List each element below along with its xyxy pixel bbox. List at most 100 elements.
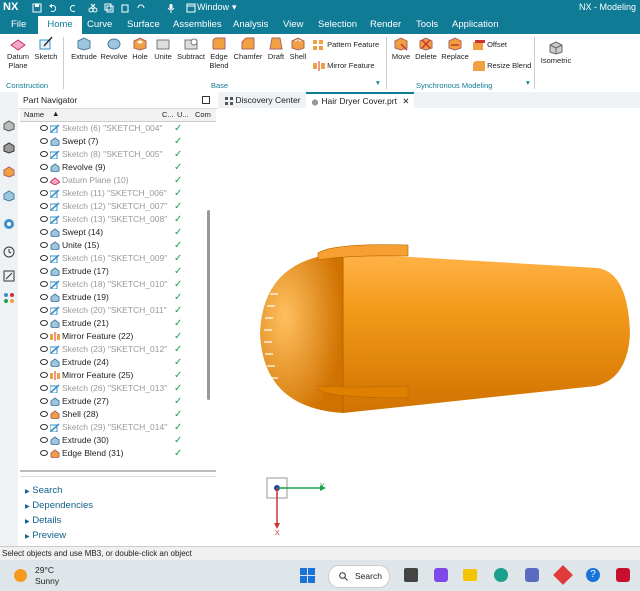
menu-selection[interactable]: Selection [318, 19, 357, 30]
feature-row[interactable]: Swept (14) ✓ [40, 226, 210, 239]
task-view-icon[interactable] [404, 568, 418, 582]
menu-view[interactable]: View [283, 19, 303, 30]
eye-icon[interactable] [40, 164, 48, 170]
feature-row[interactable]: Sketch (11) "SKETCH_006" ✓ [40, 187, 210, 200]
menu-tools[interactable]: Tools [416, 19, 438, 30]
feature-row[interactable]: Swept (7) ✓ [40, 135, 210, 148]
feature-row[interactable]: Unite (15) ✓ [40, 239, 210, 252]
eye-icon[interactable] [40, 203, 48, 209]
undo-icon[interactable] [48, 3, 58, 13]
section-details[interactable]: ▶ Details [25, 515, 61, 526]
roles-icon[interactable] [3, 292, 15, 304]
assembly-navigator-icon[interactable] [3, 120, 15, 132]
tab-discovery-center[interactable]: Discovery Center [220, 92, 306, 108]
section-dependencies[interactable]: ▶ Dependencies [25, 500, 93, 511]
help-icon[interactable]: ? [586, 568, 600, 582]
eye-icon[interactable] [40, 151, 48, 157]
web-browser-icon[interactable] [3, 218, 15, 230]
section-search[interactable]: ▶ Search [25, 485, 62, 496]
eye-icon[interactable] [40, 320, 48, 326]
windows-start-icon[interactable] [300, 568, 315, 583]
shell-button[interactable]: Shell [288, 36, 308, 61]
feature-row[interactable]: Mirror Feature (25) ✓ [40, 369, 210, 382]
hd3d-tools-icon[interactable] [3, 190, 15, 202]
store-icon[interactable] [525, 568, 539, 582]
feature-row[interactable]: Extrude (17) ✓ [40, 265, 210, 278]
menu-assemblies[interactable]: Assemblies [173, 19, 222, 30]
feature-row[interactable]: Sketch (29) "SKETCH_014" ✓ [40, 421, 210, 434]
hole-button[interactable]: Hole [130, 36, 150, 61]
mirror-feature-button[interactable]: Mirror Feature [313, 61, 375, 72]
eye-icon[interactable] [40, 437, 48, 443]
app-icon[interactable] [553, 565, 573, 585]
eye-icon[interactable] [40, 125, 48, 131]
cut-icon[interactable] [88, 3, 98, 13]
offset-region-button[interactable]: Offset [473, 40, 507, 51]
microphone-icon[interactable] [166, 3, 176, 13]
history-icon[interactable] [3, 246, 15, 258]
eye-icon[interactable] [40, 281, 48, 287]
menu-home[interactable]: Home [38, 16, 82, 34]
chevron-down-icon[interactable]: ▾ [526, 78, 530, 87]
menu-file[interactable]: File [11, 19, 26, 30]
tab-hair-dryer-cover[interactable]: Hair Dryer Cover.prt ✕ [306, 92, 415, 108]
datum-plane-button[interactable]: Datum Plane [4, 36, 32, 70]
feature-row[interactable]: Edge Blend (31) ✓ [40, 447, 210, 460]
eye-icon[interactable] [40, 294, 48, 300]
isometric-button[interactable]: Isometric [538, 40, 574, 65]
feature-row[interactable]: Extrude (19) ✓ [40, 291, 210, 304]
eye-icon[interactable] [40, 138, 48, 144]
menu-curve[interactable]: Curve [87, 19, 112, 30]
feature-row[interactable]: Extrude (24) ✓ [40, 356, 210, 369]
move-face-button[interactable]: Move [390, 36, 412, 61]
feature-row[interactable]: Extrude (21) ✓ [40, 317, 210, 330]
file-explorer-icon[interactable] [463, 569, 477, 581]
revolve-button[interactable]: Revolve [100, 36, 128, 61]
scrollbar[interactable] [207, 210, 210, 400]
feature-row[interactable]: Sketch (12) "SKETCH_007" ✓ [40, 200, 210, 213]
menu-analysis[interactable]: Analysis [233, 19, 268, 30]
feature-row[interactable]: Shell (28) ✓ [40, 408, 210, 421]
eye-icon[interactable] [40, 190, 48, 196]
eye-icon[interactable] [40, 385, 48, 391]
eye-icon[interactable] [40, 216, 48, 222]
maximize-icon[interactable] [202, 96, 210, 104]
part-navigator-icon[interactable] [3, 142, 15, 154]
eye-icon[interactable] [40, 177, 48, 183]
weather-temp[interactable]: 29°C [35, 565, 54, 575]
column-name[interactable]: Name [24, 110, 44, 119]
replace-face-button[interactable]: Replace [440, 36, 470, 61]
feature-row[interactable]: Revolve (9) ✓ [40, 161, 210, 174]
eye-icon[interactable] [40, 255, 48, 261]
repeat-icon[interactable] [136, 3, 146, 13]
unite-button[interactable]: Unite [152, 36, 174, 61]
column-current[interactable]: C... [162, 110, 174, 119]
redo-icon[interactable] [68, 3, 78, 13]
eye-icon[interactable] [40, 372, 48, 378]
feature-row[interactable]: Sketch (16) "SKETCH_009" ✓ [40, 252, 210, 265]
section-preview[interactable]: ▶ Preview [25, 530, 66, 541]
chevron-down-icon[interactable]: ▾ [376, 78, 380, 87]
close-icon[interactable]: ✕ [402, 96, 409, 106]
sketch-button[interactable]: Sketch [34, 36, 58, 61]
eye-icon[interactable] [40, 359, 48, 365]
feature-row[interactable]: Sketch (18) "SKETCH_010" ✓ [40, 278, 210, 291]
feature-row[interactable]: Sketch (26) "SKETCH_013" ✓ [40, 382, 210, 395]
eye-icon[interactable] [40, 450, 48, 456]
subtract-button[interactable]: Subtract [176, 36, 206, 61]
feature-row[interactable]: Mirror Feature (22) ✓ [40, 330, 210, 343]
eye-icon[interactable] [40, 424, 48, 430]
mcafee-icon[interactable] [616, 568, 630, 582]
save-icon[interactable] [32, 3, 42, 13]
feature-row[interactable]: Sketch (23) "SKETCH_012" ✓ [40, 343, 210, 356]
chamfer-button[interactable]: Chamfer [232, 36, 264, 61]
eye-icon[interactable] [40, 242, 48, 248]
reuse-library-icon[interactable] [3, 166, 15, 178]
weather-condition[interactable]: Sunny [35, 576, 59, 586]
copy-icon[interactable] [104, 3, 114, 13]
feature-row[interactable]: Datum Plane (10) ✓ [40, 174, 210, 187]
column-uptodate[interactable]: U... [177, 110, 189, 119]
draft-button[interactable]: Draft [265, 36, 287, 61]
edge-blend-button[interactable]: Edge Blend [208, 36, 230, 70]
eye-icon[interactable] [40, 307, 48, 313]
